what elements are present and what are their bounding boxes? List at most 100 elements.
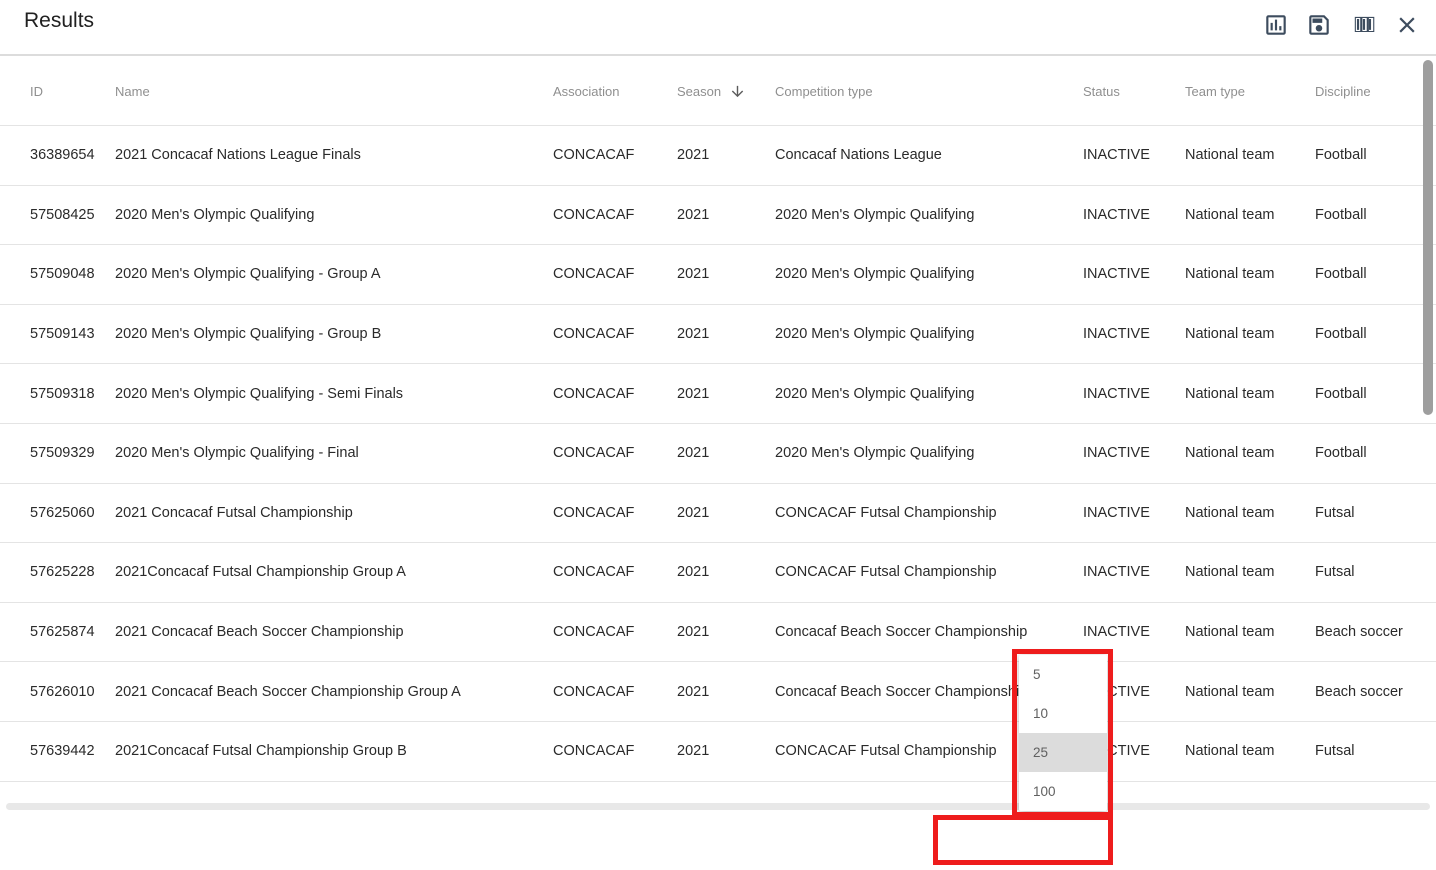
- cell-season: 2021: [677, 364, 709, 423]
- table-row[interactable]: 57509318 2020 Men's Olympic Qualifying -…: [0, 363, 1436, 423]
- cell-association: CONCACAF: [553, 305, 634, 364]
- page-size-option-10[interactable]: 10: [1019, 694, 1107, 733]
- cell-competition-type: Concacaf Beach Soccer Championship: [775, 662, 1027, 721]
- cell-season: 2021: [677, 662, 709, 721]
- cell-id: 57626010: [30, 662, 95, 721]
- cell-id: 36389654: [30, 126, 95, 185]
- cell-status: INACTIVE: [1083, 484, 1150, 543]
- cell-id: 57509329: [30, 424, 95, 483]
- cell-team-type: National team: [1185, 126, 1274, 185]
- cell-name: 2020 Men's Olympic Qualifying - Semi Fin…: [115, 364, 403, 423]
- table-row[interactable]: 57626010 2021 Concacaf Beach Soccer Cham…: [0, 661, 1436, 721]
- cell-status: INACTIVE: [1083, 603, 1150, 662]
- cell-association: CONCACAF: [553, 603, 634, 662]
- page-size-option-100[interactable]: 100: [1019, 772, 1107, 811]
- table-row[interactable]: 57508425 2020 Men's Olympic Qualifying C…: [0, 185, 1436, 245]
- column-header-name[interactable]: Name: [115, 58, 150, 125]
- cell-competition-type: Concacaf Beach Soccer Championship: [775, 603, 1027, 662]
- table-row[interactable]: 57639442 2021Concacaf Futsal Championshi…: [0, 721, 1436, 781]
- cell-id: 57509318: [30, 364, 95, 423]
- cell-team-type: National team: [1185, 245, 1274, 304]
- cell-association: CONCACAF: [553, 364, 634, 423]
- column-header-team-type[interactable]: Team type: [1185, 58, 1245, 125]
- cell-name: 2021 Concacaf Futsal Championship: [115, 484, 353, 543]
- cell-association: CONCACAF: [553, 424, 634, 483]
- close-icon: [1394, 25, 1420, 42]
- table-row[interactable]: 57625874 2021 Concacaf Beach Soccer Cham…: [0, 602, 1436, 662]
- table-row[interactable]: 57625228 2021Concacaf Futsal Championshi…: [0, 542, 1436, 602]
- cell-name: 2020 Men's Olympic Qualifying - Group B: [115, 305, 381, 364]
- cell-discipline: Beach soccer: [1315, 603, 1403, 662]
- cell-season: 2021: [677, 603, 709, 662]
- page-size-option-25[interactable]: 25: [1019, 733, 1107, 772]
- page-size-menu: 5 10 25 100: [1019, 655, 1107, 811]
- cell-team-type: National team: [1185, 484, 1274, 543]
- cell-season: 2021: [677, 126, 709, 185]
- cell-status: INACTIVE: [1083, 364, 1150, 423]
- insert-chart-button[interactable]: [1263, 12, 1289, 38]
- cell-association: CONCACAF: [553, 484, 634, 543]
- cell-competition-type: CONCACAF Futsal Championship: [775, 722, 997, 781]
- cell-id: 57509143: [30, 305, 95, 364]
- cell-status: INACTIVE: [1083, 424, 1150, 483]
- cell-status: INACTIVE: [1083, 543, 1150, 602]
- cell-team-type: National team: [1185, 603, 1274, 662]
- table-row[interactable]: 57509048 2020 Men's Olympic Qualifying -…: [0, 244, 1436, 304]
- page-size-option-5[interactable]: 5: [1019, 655, 1107, 694]
- columns-button[interactable]: [1351, 12, 1377, 38]
- cell-name: 2021Concacaf Futsal Championship Group B: [115, 722, 407, 781]
- cell-discipline: Football: [1315, 186, 1367, 245]
- cell-name: 2020 Men's Olympic Qualifying - Final: [115, 424, 359, 483]
- cell-team-type: National team: [1185, 424, 1274, 483]
- table-row[interactable]: 57625060 2021 Concacaf Futsal Championsh…: [0, 483, 1436, 543]
- cell-season: 2021: [677, 543, 709, 602]
- table-row[interactable]: 57509329 2020 Men's Olympic Qualifying -…: [0, 423, 1436, 483]
- cell-competition-type: 2020 Men's Olympic Qualifying: [775, 364, 974, 423]
- save-button[interactable]: [1306, 12, 1332, 38]
- cell-status: INACTIVE: [1083, 305, 1150, 364]
- column-header-association[interactable]: Association: [553, 58, 619, 125]
- cell-association: CONCACAF: [553, 245, 634, 304]
- table-row[interactable]: 36389654 2021 Concacaf Nations League Fi…: [0, 125, 1436, 185]
- cell-competition-type: 2020 Men's Olympic Qualifying: [775, 305, 974, 364]
- cell-team-type: National team: [1185, 662, 1274, 721]
- cell-id: 57625060: [30, 484, 95, 543]
- vertical-scrollbar-thumb[interactable]: [1423, 60, 1433, 415]
- cell-discipline: Futsal: [1315, 543, 1355, 602]
- cell-discipline: Football: [1315, 126, 1367, 185]
- cell-id: 57639442: [30, 722, 95, 781]
- close-button[interactable]: [1394, 12, 1420, 38]
- cell-association: CONCACAF: [553, 662, 634, 721]
- cell-team-type: National team: [1185, 543, 1274, 602]
- cell-season: 2021: [677, 484, 709, 543]
- cell-competition-type: 2020 Men's Olympic Qualifying: [775, 424, 974, 483]
- cell-name: 2020 Men's Olympic Qualifying: [115, 186, 314, 245]
- column-header-season[interactable]: Season: [677, 58, 746, 125]
- cell-team-type: National team: [1185, 722, 1274, 781]
- column-header-status[interactable]: Status: [1083, 58, 1120, 125]
- cell-season: 2021: [677, 424, 709, 483]
- cell-name: 2020 Men's Olympic Qualifying - Group A: [115, 245, 381, 304]
- column-header-discipline[interactable]: Discipline: [1315, 58, 1371, 125]
- cell-season: 2021: [677, 186, 709, 245]
- column-header-id[interactable]: ID: [30, 58, 43, 125]
- cell-status: INACTIVE: [1083, 186, 1150, 245]
- paginator: Items per page 25 1 - 25 de 530: [0, 810, 1436, 870]
- column-header-competition-type[interactable]: Competition type: [775, 58, 873, 125]
- cell-competition-type: 2020 Men's Olympic Qualifying: [775, 186, 974, 245]
- cell-discipline: Futsal: [1315, 484, 1355, 543]
- table-body: 36389654 2021 Concacaf Nations League Fi…: [0, 125, 1436, 806]
- cell-season: 2021: [677, 722, 709, 781]
- results-table: ID Name Association Season Competition t…: [0, 58, 1436, 806]
- sort-desc-arrow-icon: [729, 83, 746, 100]
- cell-name: 2021 Concacaf Beach Soccer Championship: [115, 603, 404, 662]
- cell-competition-type: 2020 Men's Olympic Qualifying: [775, 245, 974, 304]
- cell-id: 57625874: [30, 603, 95, 662]
- cell-status: INACTIVE: [1083, 126, 1150, 185]
- horizontal-scrollbar[interactable]: [6, 803, 1430, 810]
- cell-discipline: Football: [1315, 364, 1367, 423]
- table-row[interactable]: 57509143 2020 Men's Olympic Qualifying -…: [0, 304, 1436, 364]
- save-icon: [1306, 25, 1332, 42]
- results-dialog: Results ID Name Association: [0, 0, 1436, 870]
- cell-team-type: National team: [1185, 305, 1274, 364]
